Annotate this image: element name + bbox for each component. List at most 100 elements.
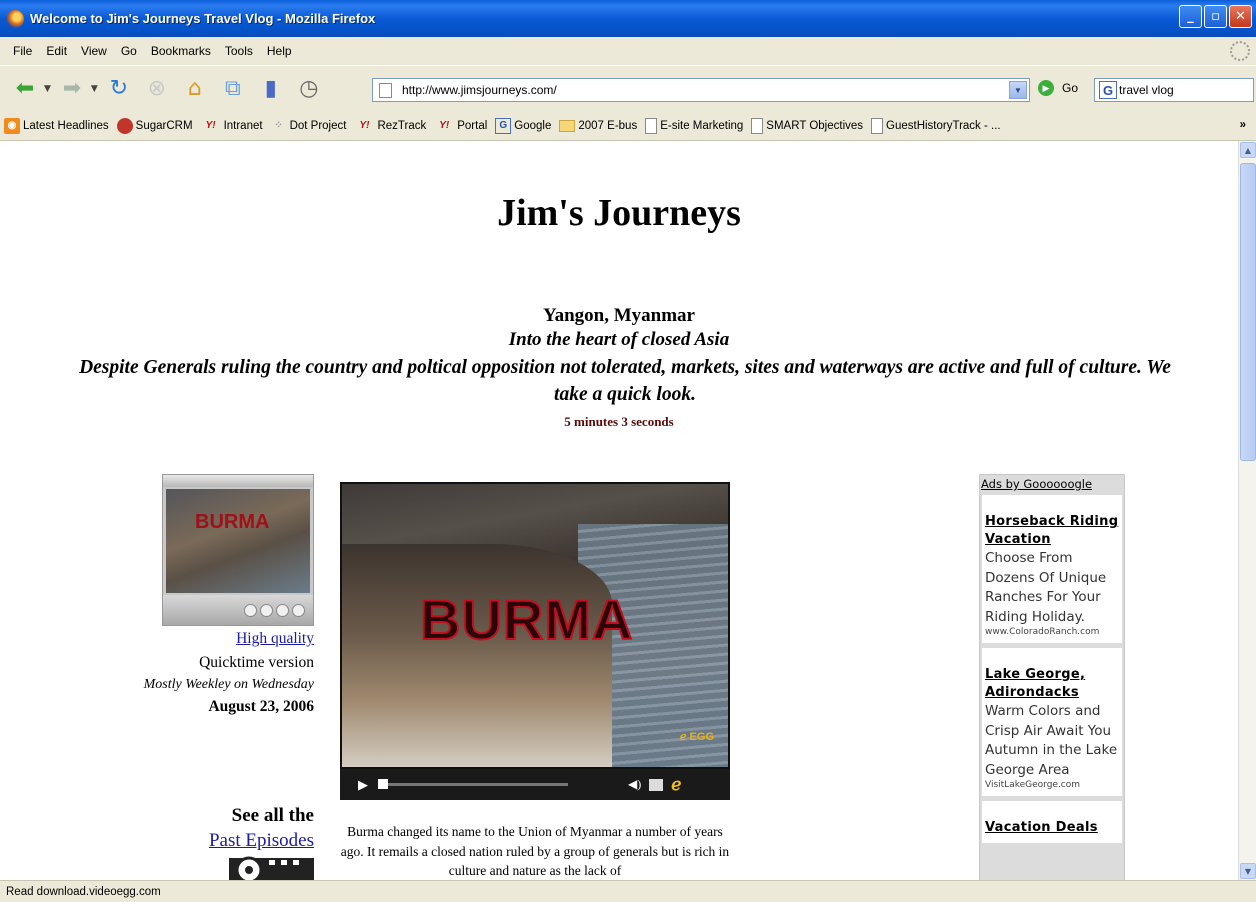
page-icon <box>871 117 884 134</box>
bookmark-reztrack[interactable]: Y! RezTrack <box>354 118 426 134</box>
rewind-icon <box>244 603 257 617</box>
high-quality-link[interactable]: High quality <box>130 630 314 648</box>
menu-bar: File Edit View Go Bookmarks Tools Help <box>0 37 1256 65</box>
ad-item[interactable]: Vacation Deals <box>982 801 1122 843</box>
video-boat <box>342 544 612 767</box>
ads-box: Ads by Goooooogle Horseback Riding Vacat… <box>979 474 1125 880</box>
rss-icon: ◉ <box>4 117 20 134</box>
menu-tools[interactable]: Tools <box>218 44 260 58</box>
reload-button[interactable]: ↻ <box>104 74 134 104</box>
play-button[interactable]: ▶ <box>358 777 368 793</box>
ad-item[interactable]: Lake George, Adirondacks Warm Colors and… <box>982 648 1122 796</box>
ad-url[interactable]: www.ColoradoRanch.com <box>985 627 1119 637</box>
ad-body: Choose From Dozens Of Unique Ranches For… <box>985 550 1107 625</box>
schedule-text: Mostly Weekley on Wednesday <box>143 677 314 692</box>
bookmark-smart-objectives[interactable]: SMART Objectives <box>751 117 863 134</box>
back-button[interactable]: ⬅ <box>10 74 40 104</box>
end-icon <box>292 603 305 617</box>
history-button[interactable]: ◷ <box>294 74 324 104</box>
video-label: BURMA <box>419 587 634 652</box>
navigation-toolbar: ⬅ ▼ ➡ ▼ ↻ ⊗ ⌂ ⧉ ▮ ◷ http://www.jimsjourn… <box>0 65 1256 111</box>
film-reel-icon <box>229 856 314 880</box>
bookmark-esite-marketing[interactable]: E-site Marketing <box>645 117 743 134</box>
videoegg-logo-icon[interactable]: ℯ <box>671 775 681 795</box>
yahoo-icon: Y! <box>439 120 450 131</box>
menu-file[interactable]: File <box>6 44 39 58</box>
bookmark-guesthistorytrack[interactable]: GuestHistoryTrack - ... <box>871 117 1001 134</box>
home-button[interactable]: ⌂ <box>180 74 210 104</box>
fast-forward-icon <box>276 603 289 617</box>
minimize-button[interactable]: _ <box>1179 5 1202 28</box>
ad-item[interactable]: Horseback Riding Vacation Choose From Do… <box>982 495 1122 643</box>
vertical-scrollbar[interactable]: ▲ ▼ <box>1238 141 1256 880</box>
scrollbar-thumb[interactable] <box>1240 163 1256 461</box>
bookmark-google[interactable]: G Google <box>495 117 551 134</box>
episode-tagline: Into the heart of closed Asia <box>508 329 730 350</box>
firefox-icon <box>6 9 24 28</box>
ads-header-link[interactable]: Ads by Goooooogle <box>980 475 1124 495</box>
go-arrow-icon: ▶ <box>1038 80 1054 96</box>
fullscreen-icon[interactable] <box>649 778 664 791</box>
bookmark-latest-headlines[interactable]: ◉ Latest Headlines <box>4 117 109 134</box>
episode-place: Yangon, Myanmar <box>542 305 695 326</box>
go-button[interactable]: ▶ Go <box>1038 80 1078 96</box>
stop-button[interactable]: ⊗ <box>142 74 172 104</box>
video-progress-bar[interactable] <box>378 779 568 789</box>
video-player[interactable]: BURMA ℯ EGG ▶ ◀) ℯ <box>340 482 730 800</box>
page-icon <box>645 117 658 134</box>
close-button[interactable]: ✕ <box>1229 5 1252 28</box>
title-bar: Welcome to Jim's Journeys Travel Vlog - … <box>0 0 1256 37</box>
bookmark-dot-project[interactable]: ⁘ Dot Project <box>271 118 346 134</box>
video-frame: BURMA ℯ EGG <box>342 484 728 767</box>
menu-view[interactable]: View <box>74 44 114 58</box>
ad-body: Warm Colors and Crisp Air Await You Autu… <box>985 703 1118 778</box>
yahoo-icon: Y! <box>359 120 370 131</box>
page-icon <box>751 117 764 134</box>
menu-go[interactable]: Go <box>114 44 144 58</box>
forward-button[interactable]: ➡ <box>57 74 87 104</box>
ad-title-link[interactable]: Lake George, Adirondacks <box>985 666 1119 702</box>
quicktime-version-text: Quicktime version <box>199 654 314 671</box>
scroll-down-arrow-icon[interactable]: ▼ <box>1240 863 1256 879</box>
search-value: travel vlog <box>1119 83 1174 97</box>
go-label: Go <box>1062 81 1079 95</box>
chevron-right-icon[interactable]: » <box>1240 119 1246 131</box>
page-icon <box>379 82 392 98</box>
volume-icon[interactable]: ◀) <box>628 777 641 792</box>
video-controls: ▶ ◀) ℯ <box>340 769 730 800</box>
search-input[interactable]: G travel vlog <box>1094 78 1254 102</box>
thumbnail-controls <box>163 595 313 625</box>
episode-date: August 23, 2006 <box>208 698 314 715</box>
scroll-up-arrow-icon[interactable]: ▲ <box>1240 142 1256 158</box>
bookmarks-sidebar-button[interactable]: ▮ <box>256 74 286 104</box>
page-content: Jim's Journeys Yangon, Myanmar Into the … <box>0 141 1238 880</box>
bookmark-intranet[interactable]: Y! Intranet <box>201 118 263 134</box>
maximize-button[interactable]: ▫ <box>1204 5 1227 28</box>
bookmark-portal[interactable]: Y! Portal <box>434 118 487 134</box>
play-icon <box>260 603 273 617</box>
window-title: Welcome to Jim's Journeys Travel Vlog - … <box>30 11 376 26</box>
menu-help[interactable]: Help <box>260 44 299 58</box>
past-episodes-link[interactable]: Past Episodes <box>130 830 314 852</box>
ad-url[interactable]: VisitLakeGeorge.com <box>985 780 1119 790</box>
menu-edit[interactable]: Edit <box>39 44 74 58</box>
status-text: Read download.videoegg.com <box>6 885 161 898</box>
address-dropdown-icon[interactable]: ▼ <box>1009 81 1027 99</box>
menu-bookmarks[interactable]: Bookmarks <box>144 44 218 58</box>
new-tab-button[interactable]: ⧉ <box>218 74 248 104</box>
see-all-text: See all the <box>231 805 314 826</box>
quicktime-thumbnail[interactable]: BURMA <box>162 474 314 626</box>
forward-dropdown-icon[interactable]: ▼ <box>91 84 98 94</box>
ad-title-link[interactable]: Vacation Deals <box>985 819 1119 837</box>
back-dropdown-icon[interactable]: ▼ <box>44 84 51 94</box>
bookmark-2007-ebus[interactable]: 2007 E-bus <box>559 119 637 132</box>
ad-title-link[interactable]: Horseback Riding Vacation <box>985 513 1119 549</box>
thumbnail-titlebar <box>163 475 313 487</box>
bookmarks-toolbar: ◉ Latest Headlines SugarCRM Y! Intranet ⁘ D… <box>0 111 1256 141</box>
google-search-icon[interactable]: G <box>1099 81 1117 99</box>
thumbnail-label: BURMA <box>195 511 270 533</box>
videoegg-watermark: ℯ EGG <box>679 731 714 743</box>
address-bar[interactable]: http://www.jimsjourneys.com/ ▼ <box>372 78 1030 102</box>
bookmark-sugarcrm[interactable]: SugarCRM <box>116 117 193 134</box>
episode-description: Despite Generals ruling the country and … <box>79 357 1171 405</box>
